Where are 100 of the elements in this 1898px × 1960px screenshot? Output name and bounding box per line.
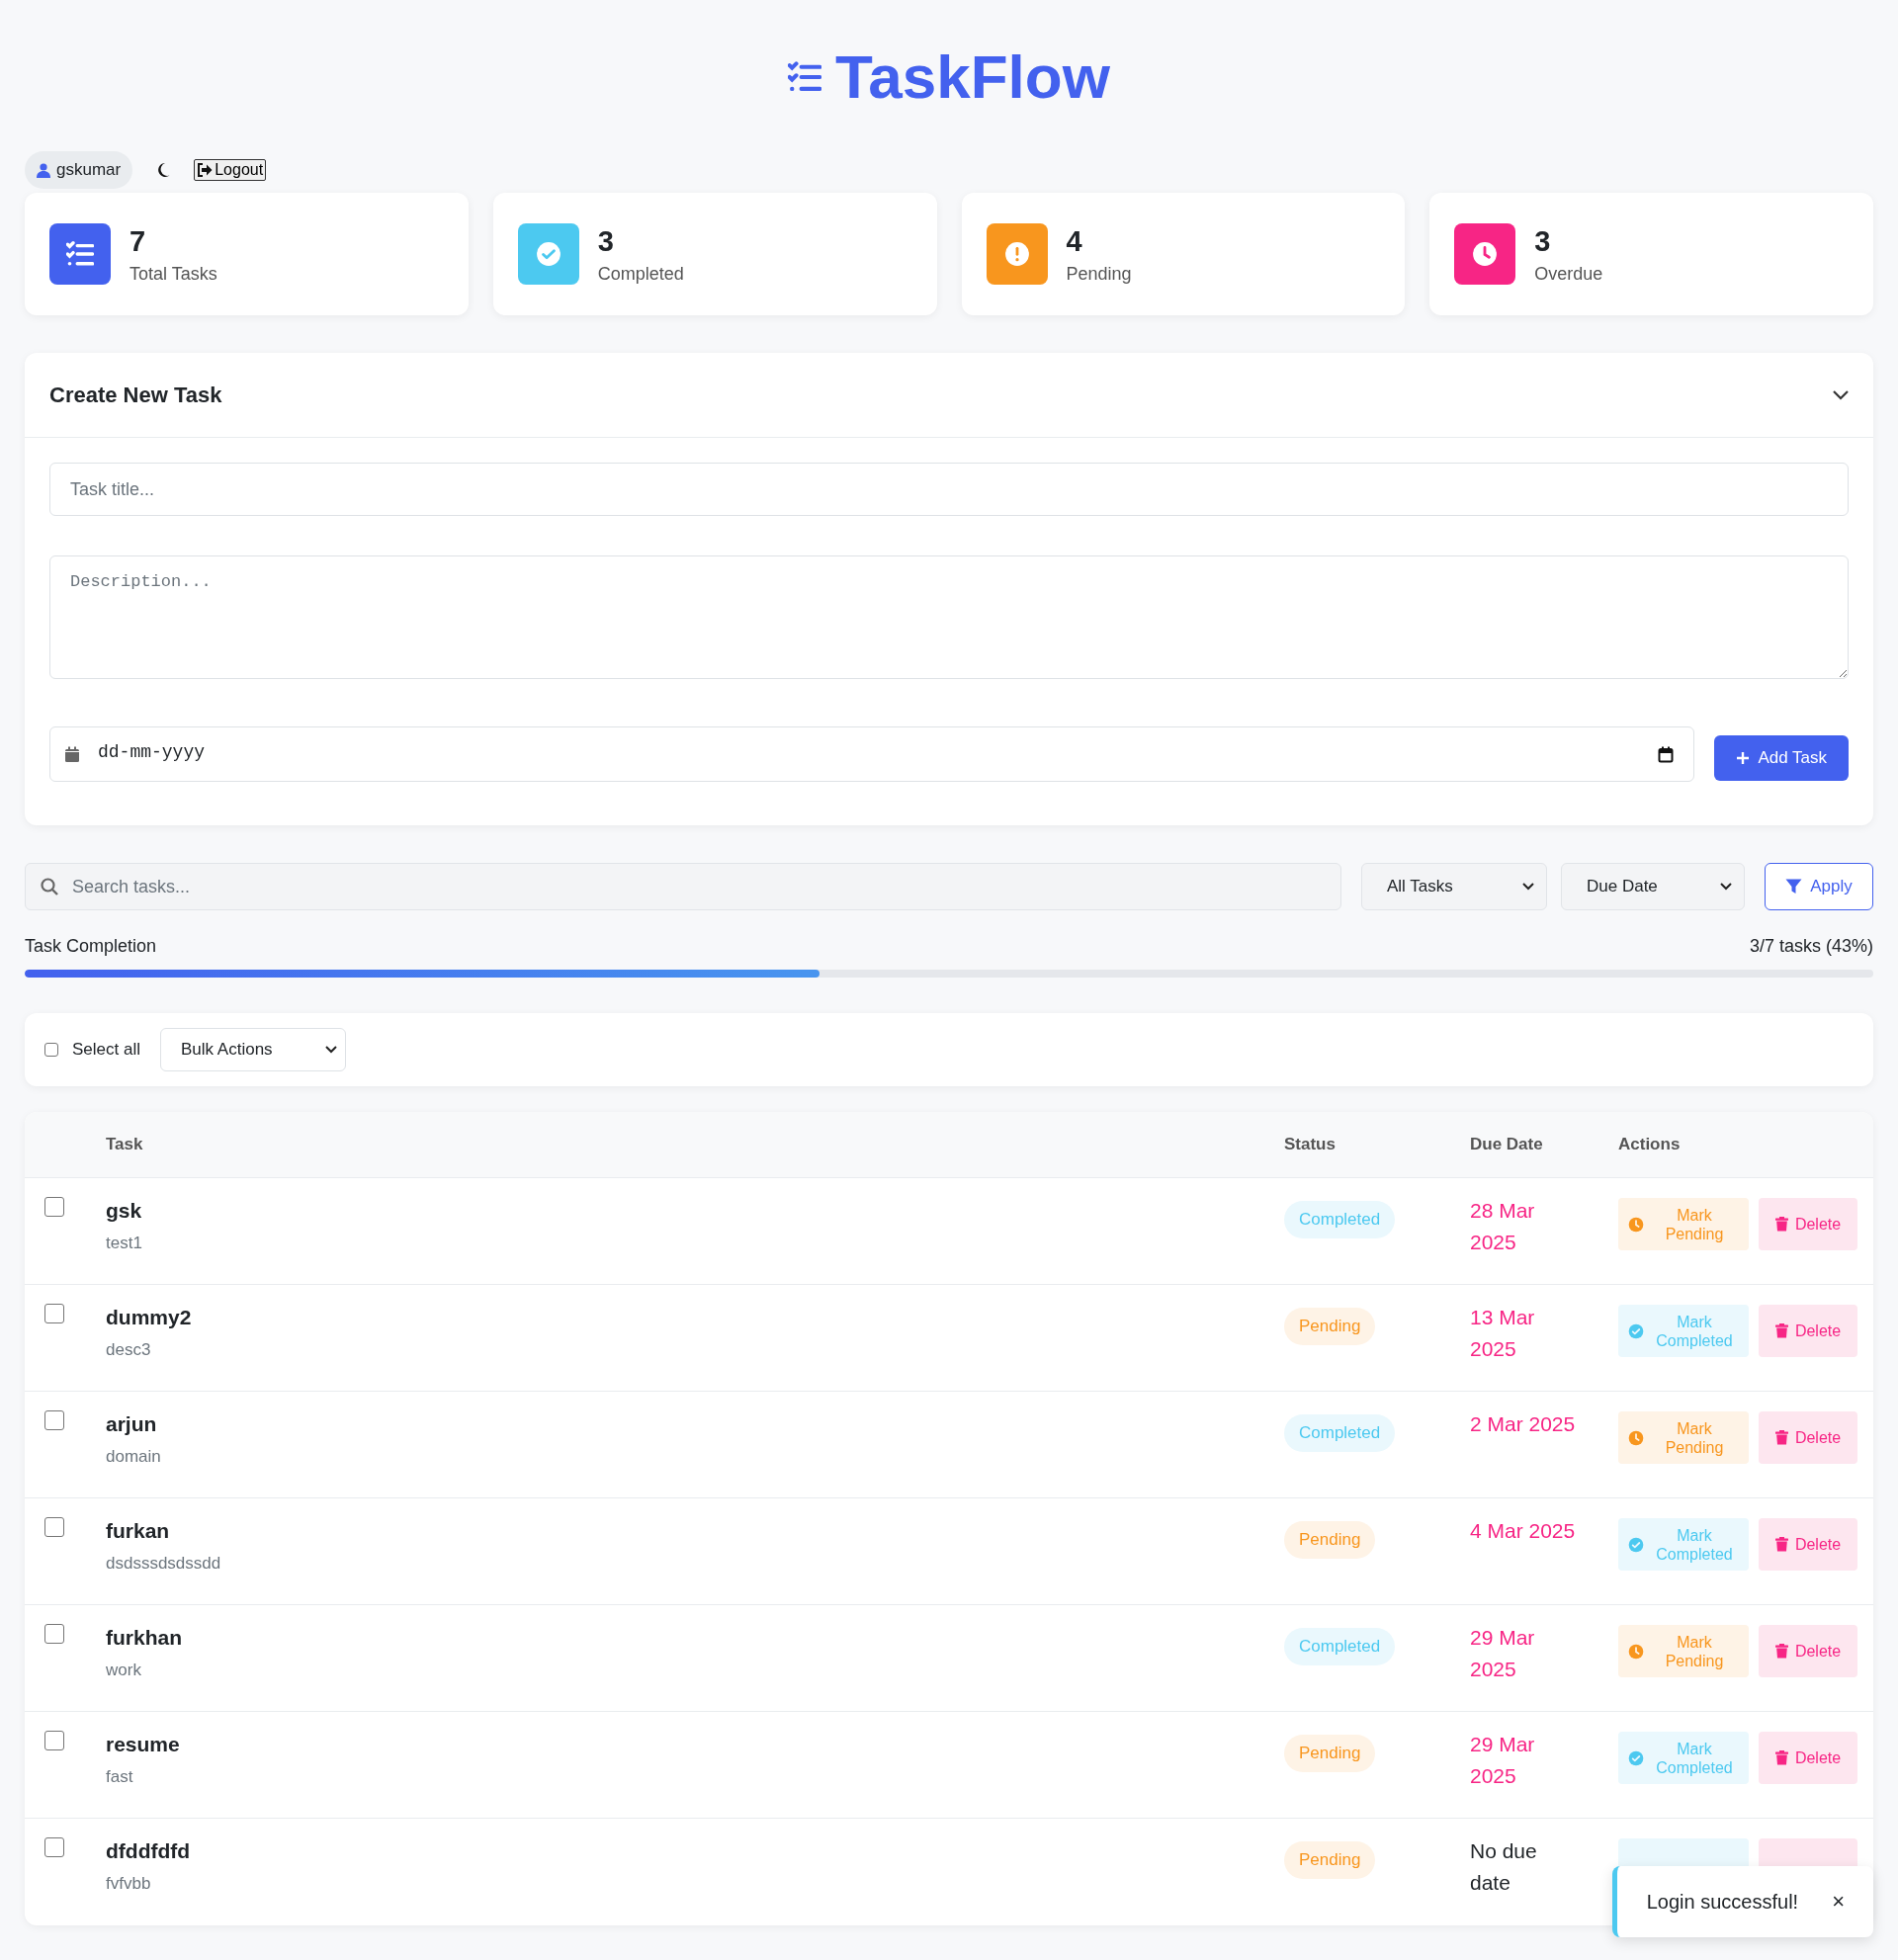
task-title: resume bbox=[106, 1732, 181, 1757]
check-icon bbox=[1628, 1536, 1644, 1553]
status-label: Pending bbox=[1284, 1521, 1376, 1559]
checkbox[interactable] bbox=[44, 1731, 64, 1750]
calendar-icon[interactable] bbox=[1658, 745, 1675, 763]
column-header: Actions bbox=[1618, 1135, 1682, 1154]
task-description: desc3 bbox=[106, 1340, 152, 1360]
task-description: fast bbox=[106, 1767, 134, 1787]
task-description: fvfvbb bbox=[106, 1874, 152, 1894]
task-title: furkan bbox=[106, 1518, 171, 1544]
check-icon bbox=[517, 223, 579, 285]
trash-icon bbox=[1774, 1430, 1788, 1445]
stat-value: 4 bbox=[1066, 223, 1083, 258]
chevron-icon[interactable] bbox=[1833, 389, 1849, 400]
status-label: Pending bbox=[1284, 1841, 1376, 1879]
task-description: domain bbox=[106, 1447, 162, 1467]
check-icon bbox=[1628, 1322, 1644, 1339]
status-label: Pending bbox=[1284, 1735, 1376, 1772]
list-icon bbox=[49, 223, 111, 285]
column-header: Due Date bbox=[1470, 1135, 1544, 1154]
column-header: Task bbox=[106, 1135, 144, 1154]
moon-icon[interactable] bbox=[156, 162, 171, 178]
task-title: dfddfdfd bbox=[106, 1838, 192, 1864]
delete-button[interactable]: Delete bbox=[1759, 1732, 1857, 1784]
search-field[interactable]: Search tasks... bbox=[25, 863, 1341, 910]
task-title: furkhan bbox=[106, 1625, 183, 1651]
checkbox[interactable] bbox=[44, 1304, 64, 1323]
mark-status-button[interactable]: Mark Completed bbox=[1618, 1305, 1749, 1357]
filter-icon bbox=[1785, 879, 1803, 895]
description-field[interactable]: Description... bbox=[49, 555, 1849, 679]
search-icon bbox=[41, 878, 58, 895]
caret-icon bbox=[325, 1046, 337, 1054]
due-date: No due date bbox=[1470, 1838, 1538, 1896]
logo-icon bbox=[788, 60, 822, 94]
stat-label: Total Tasks bbox=[129, 263, 217, 285]
plus-icon bbox=[1736, 751, 1751, 765]
delete-button[interactable]: Delete bbox=[1759, 1198, 1857, 1250]
checkbox[interactable] bbox=[44, 1410, 64, 1430]
stat-value: 7 bbox=[129, 223, 147, 258]
clock-icon bbox=[1628, 1429, 1644, 1446]
mark-status-button[interactable]: Mark Pending bbox=[1618, 1198, 1749, 1250]
progress-reading: 3/7 tasks (43%) bbox=[1749, 936, 1873, 957]
trash-icon bbox=[1774, 1644, 1788, 1659]
sort-select[interactable]: Due Date bbox=[1561, 863, 1745, 910]
apply-button[interactable]: Apply bbox=[1765, 863, 1873, 910]
task-description: work bbox=[106, 1661, 142, 1680]
progress-label: Task Completion bbox=[25, 936, 157, 957]
task-description: dsdsssdsdssdd bbox=[106, 1554, 222, 1574]
task-title: arjun bbox=[106, 1411, 158, 1437]
checkbox[interactable] bbox=[44, 1197, 64, 1217]
due-date: 2 Mar 2025 bbox=[1470, 1411, 1577, 1437]
mark-status-button[interactable]: Mark Pending bbox=[1618, 1625, 1749, 1677]
user-badge: gskumar bbox=[25, 151, 133, 189]
mark-status-button[interactable]: Mark Pending bbox=[1618, 1411, 1749, 1464]
date-field[interactable]: dd-mm-yyyy bbox=[49, 726, 1695, 782]
user-icon bbox=[37, 162, 50, 178]
status-label: Pending bbox=[1284, 1308, 1376, 1345]
delete-button[interactable]: Delete bbox=[1759, 1411, 1857, 1464]
section-title: Create New Task bbox=[49, 382, 222, 408]
clock-icon bbox=[1628, 1643, 1644, 1660]
due-date: 13 Mar 2025 bbox=[1470, 1305, 1536, 1362]
calendar-icon bbox=[64, 745, 80, 763]
logout-button[interactable]: Logout bbox=[194, 159, 267, 181]
checkbox[interactable] bbox=[44, 1837, 64, 1857]
column-header: Status bbox=[1284, 1135, 1337, 1154]
stat-value: 3 bbox=[1534, 223, 1552, 258]
mark-status-button[interactable]: Mark Completed bbox=[1618, 1732, 1749, 1784]
stat-label: Pending bbox=[1066, 263, 1132, 285]
toast-message: Login successful! bbox=[1646, 1890, 1799, 1914]
task-title: dummy2 bbox=[106, 1305, 193, 1330]
status-label: Completed bbox=[1284, 1414, 1396, 1452]
stat-value: 3 bbox=[597, 223, 615, 258]
title-field[interactable]: Task title... bbox=[49, 463, 1849, 516]
mark-status-button[interactable]: Mark Completed bbox=[1618, 1518, 1749, 1571]
status-filter[interactable]: All Tasks bbox=[1361, 863, 1547, 910]
add-task-button[interactable]: Add Task bbox=[1714, 735, 1849, 781]
stat-label: Completed bbox=[597, 263, 684, 285]
trash-icon bbox=[1774, 1323, 1788, 1338]
checkbox[interactable] bbox=[44, 1517, 64, 1537]
close-button[interactable]: × bbox=[1828, 1889, 1849, 1915]
task-title: gsk bbox=[106, 1198, 143, 1224]
delete-button[interactable]: Delete bbox=[1759, 1625, 1857, 1677]
logout-icon bbox=[197, 163, 214, 177]
delete-button[interactable]: Delete bbox=[1759, 1305, 1857, 1357]
trash-icon bbox=[1774, 1217, 1788, 1232]
due-date: 29 Mar 2025 bbox=[1470, 1732, 1536, 1789]
caret-icon bbox=[1522, 883, 1534, 891]
stat-label: Overdue bbox=[1534, 263, 1603, 285]
task-description: test1 bbox=[106, 1234, 143, 1253]
app-title: TaskFlow bbox=[835, 42, 1110, 113]
checkbox[interactable] bbox=[44, 1624, 64, 1644]
alert-icon bbox=[986, 223, 1048, 285]
due-date: 28 Mar 2025 bbox=[1470, 1198, 1536, 1255]
bulk-actions-select[interactable]: Bulk Actions bbox=[160, 1028, 346, 1071]
status-label: Completed bbox=[1284, 1201, 1396, 1238]
status-label: Completed bbox=[1284, 1628, 1396, 1665]
delete-button[interactable]: Delete bbox=[1759, 1518, 1857, 1571]
due-date: 29 Mar 2025 bbox=[1470, 1625, 1536, 1682]
clock-icon bbox=[1454, 223, 1516, 285]
checkbox[interactable] bbox=[44, 1043, 58, 1057]
